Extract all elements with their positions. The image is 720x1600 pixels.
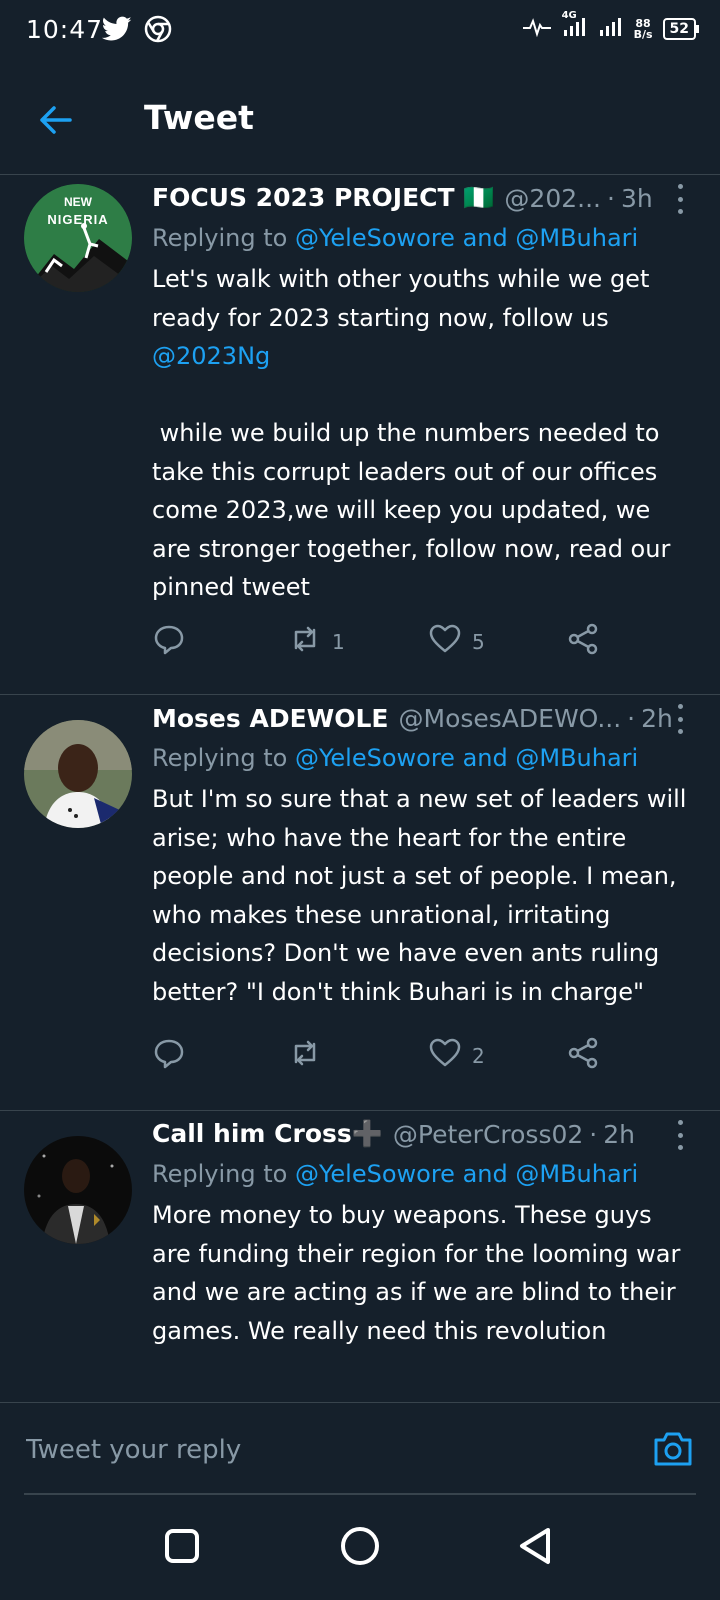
user-display-name[interactable]: Moses ADEWOLE bbox=[152, 704, 389, 733]
user-handle[interactable]: @202... bbox=[504, 184, 601, 213]
reply-button[interactable] bbox=[152, 1036, 186, 1075]
user-handle[interactable]: @MosesADEWO... bbox=[399, 704, 622, 733]
home-button[interactable] bbox=[338, 1524, 382, 1568]
replying-mentions[interactable]: @YeleSowore and @MBuhari bbox=[295, 224, 638, 252]
speed-unit: B/s bbox=[633, 27, 653, 41]
tweet-time: 2h bbox=[603, 1119, 636, 1149]
heart-icon bbox=[428, 1036, 462, 1075]
mention-link[interactable]: @2023Ng bbox=[152, 342, 270, 370]
back-arrow-icon[interactable] bbox=[36, 100, 76, 140]
avatar[interactable] bbox=[24, 720, 132, 828]
separator-dot: · bbox=[589, 1119, 598, 1149]
tweet-text: More money to buy weapons. These guys ar… bbox=[152, 1201, 689, 1345]
svg-text:NEW: NEW bbox=[64, 195, 93, 209]
retweet-button[interactable] bbox=[288, 1036, 332, 1075]
separator-dot: · bbox=[606, 183, 615, 213]
tweet-text: Let's walk with other youths while we ge… bbox=[152, 260, 696, 607]
camera-icon[interactable] bbox=[652, 1429, 694, 1469]
chrome-icon bbox=[144, 15, 172, 47]
like-count: 2 bbox=[472, 1043, 485, 1068]
reply-icon bbox=[152, 1036, 186, 1075]
replying-prefix: Replying to bbox=[152, 744, 295, 772]
network-type: 4G bbox=[561, 10, 577, 21]
heart-icon bbox=[428, 622, 462, 661]
retweet-icon bbox=[288, 622, 322, 661]
share-icon bbox=[566, 622, 600, 661]
more-options-icon[interactable] bbox=[672, 1120, 688, 1150]
replying-prefix: Replying to bbox=[152, 1160, 295, 1188]
replying-to: Replying to @YeleSowore and @MBuhari bbox=[152, 1154, 696, 1194]
separator-dot: · bbox=[627, 703, 636, 733]
battery-level: 52 bbox=[669, 20, 689, 37]
retweet-button[interactable]: 1 bbox=[288, 622, 345, 661]
share-button[interactable] bbox=[566, 1036, 600, 1075]
avatar[interactable] bbox=[24, 1136, 132, 1244]
status-bar: 10:47 4G 88 B/s 52 bbox=[0, 0, 720, 64]
like-button[interactable]: 2 bbox=[428, 1036, 485, 1075]
back-button[interactable] bbox=[514, 1524, 558, 1568]
top-app-bar: Tweet bbox=[0, 64, 720, 175]
speed-value: 88 bbox=[635, 16, 651, 30]
tweet-item[interactable]: Call him Cross➕ @PeterCross02 · 2h Reply… bbox=[0, 1112, 720, 1402]
status-time: 10:47 bbox=[26, 15, 104, 44]
like-count: 5 bbox=[472, 629, 485, 654]
tweet-text: But I'm so sure that a new set of leader… bbox=[152, 785, 695, 1006]
user-display-name[interactable]: Call him Cross➕ bbox=[152, 1119, 383, 1149]
reply-composer bbox=[0, 1402, 720, 1495]
tweet-item[interactable]: Moses ADEWOLE @MosesADEWO... · 2h Replyi… bbox=[0, 696, 720, 1111]
avatar[interactable]: NEW NIGERIA bbox=[24, 184, 132, 292]
recent-apps-button[interactable] bbox=[160, 1524, 204, 1568]
user-display-name[interactable]: FOCUS 2023 PROJECT 🇳🇬 bbox=[152, 183, 494, 213]
tweet-item[interactable]: NEW NIGERIA FOCUS 2023 PROJECT 🇳🇬 @202..… bbox=[0, 176, 720, 695]
reply-button[interactable] bbox=[152, 622, 186, 661]
svg-text:NIGERIA: NIGERIA bbox=[47, 212, 108, 227]
share-icon bbox=[566, 1036, 600, 1075]
reply-icon bbox=[152, 622, 186, 661]
tweet-time: 3h bbox=[620, 183, 653, 213]
user-handle[interactable]: @PeterCross02 bbox=[393, 1120, 583, 1149]
replying-mentions[interactable]: @YeleSowore and @MBuhari bbox=[295, 1160, 638, 1188]
like-button[interactable]: 5 bbox=[428, 622, 485, 661]
signal-icon-2 bbox=[598, 16, 624, 41]
network-speed: 88 B/s bbox=[634, 18, 653, 40]
tweet-text-part: Let's walk with other youths while we ge… bbox=[152, 265, 657, 332]
activity-icon bbox=[522, 17, 552, 40]
share-button[interactable] bbox=[566, 622, 600, 661]
tweet-actions: 2 bbox=[152, 1036, 612, 1076]
reply-input[interactable] bbox=[24, 1425, 608, 1475]
tweet-actions: 1 5 bbox=[152, 622, 612, 662]
system-navigation-bar bbox=[0, 1494, 720, 1600]
twitter-icon bbox=[101, 16, 132, 46]
more-options-icon[interactable] bbox=[672, 704, 688, 734]
replying-mentions[interactable]: @YeleSowore and @MBuhari bbox=[295, 744, 638, 772]
signal-icon-1: 4G bbox=[562, 10, 588, 41]
replying-to: Replying to @YeleSowore and @MBuhari bbox=[152, 218, 696, 258]
retweet-icon bbox=[288, 1036, 322, 1075]
tweet-time: 2h bbox=[641, 703, 673, 733]
page-title: Tweet bbox=[144, 98, 254, 137]
replying-to: Replying to @YeleSowore and @MBuhari bbox=[152, 738, 696, 778]
tweet-text-part: while we build up the numbers needed to … bbox=[152, 419, 671, 601]
more-options-icon[interactable] bbox=[672, 184, 688, 214]
retweet-count: 1 bbox=[332, 629, 345, 654]
replying-prefix: Replying to bbox=[152, 224, 295, 252]
battery-icon: 52 bbox=[662, 17, 700, 40]
